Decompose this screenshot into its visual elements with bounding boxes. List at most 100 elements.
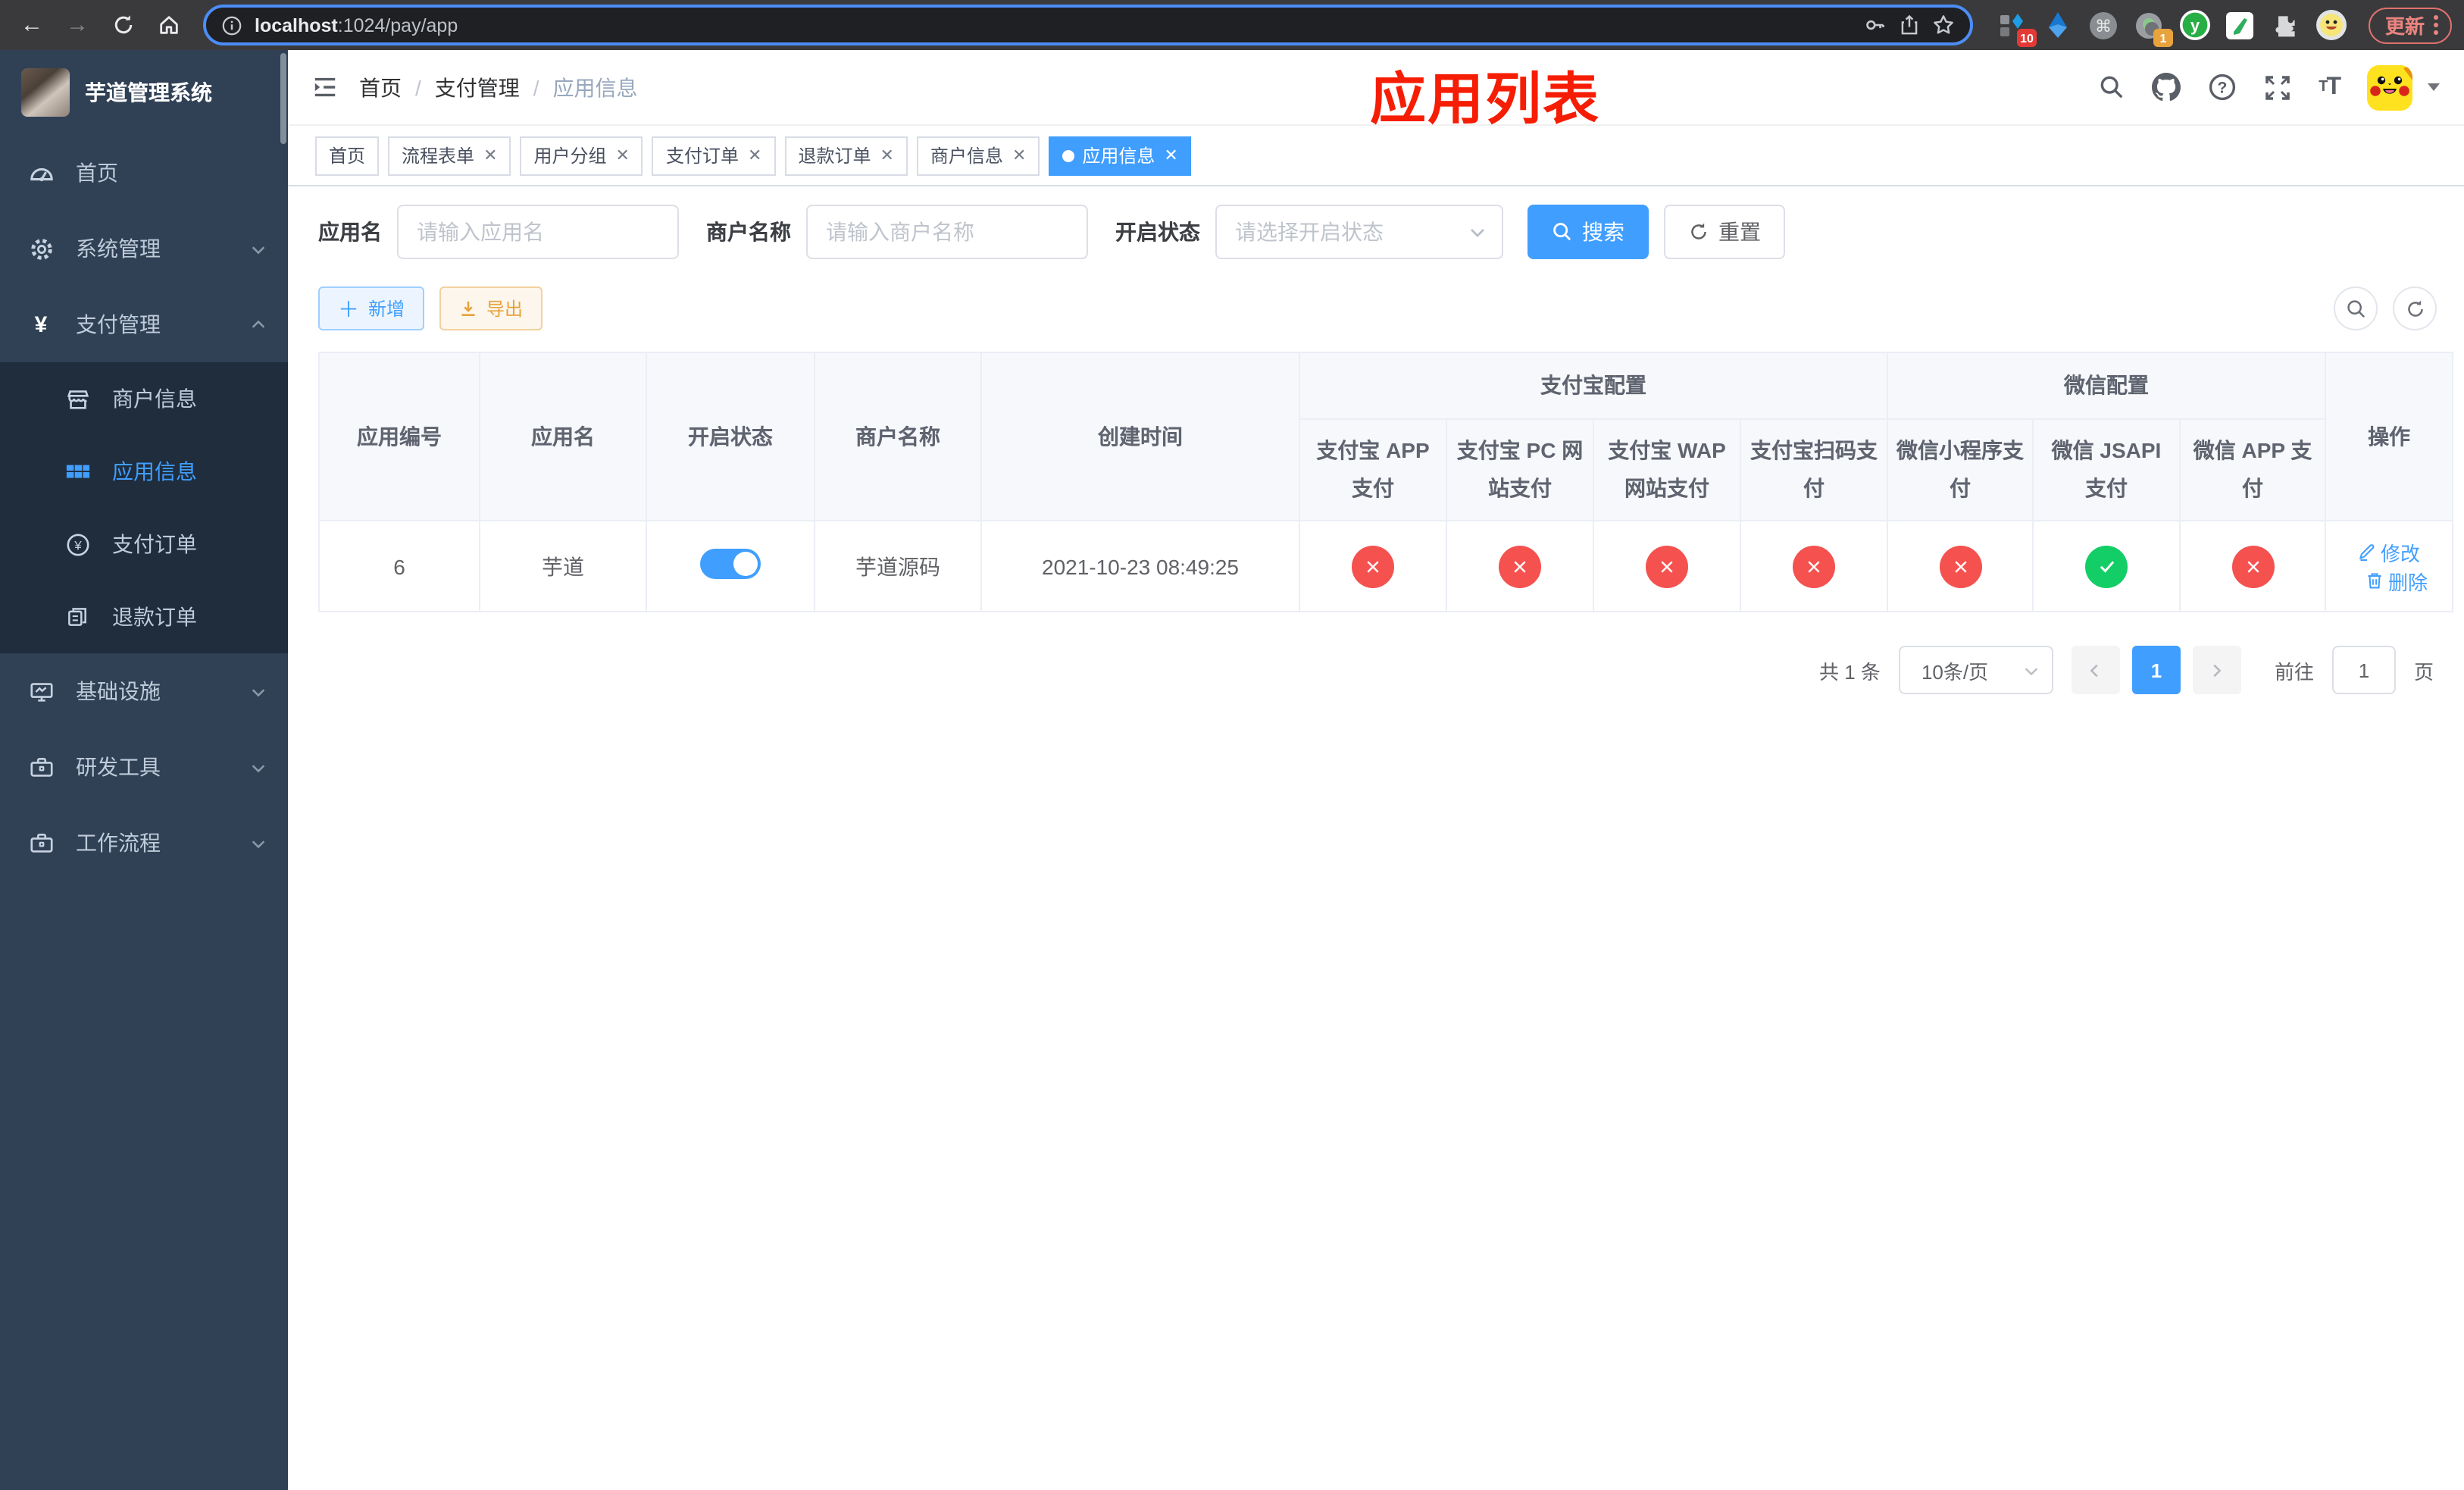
share-icon[interactable] <box>1899 14 1920 36</box>
search-icon[interactable] <box>2099 74 2125 100</box>
help-icon[interactable]: ? <box>2208 73 2237 102</box>
address-bar[interactable]: localhost:1024/pay/app <box>203 5 1973 45</box>
sidebar-item-label: 系统管理 <box>76 236 161 261</box>
prev-page-button[interactable] <box>2071 646 2120 695</box>
url-text[interactable]: localhost:1024/pay/app <box>255 14 1852 36</box>
cell-alipay-app-status <box>1299 520 1447 613</box>
extension-recorder-icon[interactable]: 1 <box>2134 9 2173 47</box>
sidebar-item-refund-orders[interactable]: 退款订单 <box>0 581 288 653</box>
password-key-icon[interactable] <box>1864 14 1887 36</box>
app-name-label: 应用名 <box>318 220 382 244</box>
tag-refund-orders[interactable]: 退款订单 ✕ <box>784 136 908 175</box>
sidebar: 芋道管理系统 首页 系统管理 ¥ 支付管理 商户信息 应用信息 ¥ 支付订单 退… <box>0 50 288 1490</box>
sidebar-item-home[interactable]: 首页 <box>0 135 288 211</box>
tag-merchant-info[interactable]: 商户信息 ✕ <box>916 136 1040 175</box>
font-size-icon[interactable]: TT <box>2319 74 2341 101</box>
extension-kite-icon[interactable] <box>2043 9 2075 41</box>
tag-app-info[interactable]: 应用信息 ✕ <box>1049 136 1192 175</box>
extension-y-icon[interactable]: y <box>2179 9 2211 41</box>
breadcrumb-payment[interactable]: 支付管理 <box>435 72 520 102</box>
merchant-name-input[interactable] <box>806 205 1088 259</box>
delete-label: 删除 <box>2388 571 2428 594</box>
browser-update-button[interactable]: 更新 <box>2368 7 2452 43</box>
github-icon[interactable] <box>2152 73 2181 102</box>
sidebar-item-system[interactable]: 系统管理 <box>0 211 288 286</box>
browser-menu-kebab-icon[interactable] <box>2434 15 2438 35</box>
page-unit-label: 页 <box>2413 660 2434 684</box>
app-name-input[interactable] <box>397 205 679 259</box>
extension-command-icon[interactable]: ⌘ <box>2088 9 2120 41</box>
site-info-icon[interactable] <box>221 14 242 36</box>
browser-reload-icon[interactable] <box>103 5 142 45</box>
browser-forward-icon[interactable]: → <box>58 5 97 45</box>
add-button[interactable]: ＋ 新增 <box>318 286 425 330</box>
sidebar-item-payment[interactable]: ¥ 支付管理 <box>0 286 288 362</box>
fullscreen-icon[interactable] <box>2264 74 2291 101</box>
close-icon[interactable]: ✕ <box>483 146 497 165</box>
extension-emoji-icon[interactable] <box>2315 9 2347 41</box>
update-label: 更新 <box>2384 15 2425 38</box>
sidebar-scrollbar[interactable] <box>280 53 286 144</box>
sidebar-item-infrastructure[interactable]: 基础设施 <box>0 653 288 729</box>
sidebar-item-merchant-info[interactable]: 商户信息 <box>0 362 288 435</box>
sidebar-item-dev-tools[interactable]: 研发工具 <box>0 729 288 805</box>
close-icon[interactable]: ✕ <box>748 146 761 165</box>
goto-page-input[interactable] <box>2331 646 2396 695</box>
show-search-button[interactable] <box>2334 286 2378 330</box>
extension-note-icon[interactable] <box>2225 9 2256 41</box>
cell-actions: 修改 删除 <box>2325 520 2454 613</box>
breadcrumb-home[interactable]: 首页 <box>359 72 402 102</box>
sidebar-toggle-icon[interactable] <box>312 74 338 100</box>
bookmark-star-icon[interactable] <box>1932 14 1955 36</box>
cell-app-id: 6 <box>318 520 480 613</box>
sidebar-item-workflow[interactable]: 工作流程 <box>0 805 288 881</box>
extension-blocks-icon[interactable]: 10 <box>1997 9 2037 47</box>
cell-alipay-wap-status <box>1593 520 1741 613</box>
close-icon[interactable]: ✕ <box>1012 146 1026 165</box>
breadcrumb-separator: / <box>415 75 421 99</box>
tag-process-form[interactable]: 流程表单 ✕ <box>388 136 511 175</box>
cell-merchant: 芋道源码 <box>814 520 982 613</box>
close-icon[interactable]: ✕ <box>616 146 630 165</box>
avatar-caret-icon[interactable] <box>2428 83 2440 91</box>
chevron-right-icon <box>2214 664 2222 677</box>
user-avatar[interactable] <box>2367 64 2412 110</box>
sidebar-logo[interactable]: 芋道管理系统 <box>0 50 288 135</box>
delete-link[interactable]: 删除 <box>2366 567 2428 596</box>
page-number-1[interactable]: 1 <box>2131 646 2181 695</box>
select-placeholder: 请选择开启状态 <box>1235 220 1384 244</box>
sidebar-item-label: 基础设施 <box>76 679 161 703</box>
close-icon[interactable]: ✕ <box>880 146 893 165</box>
total-count: 共 1 条 <box>1819 660 1881 684</box>
search-button[interactable]: 搜索 <box>1527 205 1649 259</box>
extensions-puzzle-icon[interactable] <box>2270 9 2302 41</box>
breadcrumb: 首页 / 支付管理 / 应用信息 <box>359 72 638 102</box>
browser-home-icon[interactable] <box>149 5 188 45</box>
status-select[interactable]: 请选择开启状态 <box>1215 205 1503 259</box>
reset-button[interactable]: 重置 <box>1664 205 1785 259</box>
briefcase-icon <box>27 754 55 780</box>
pencil-icon <box>2359 544 2375 562</box>
status-toggle[interactable] <box>700 549 761 580</box>
tag-pay-orders[interactable]: 支付订单 ✕ <box>652 136 776 175</box>
sidebar-item-pay-orders[interactable]: ¥ 支付订单 <box>0 508 288 581</box>
extensions-area: 10 ⌘ 1 y <box>1988 9 2356 47</box>
export-button[interactable]: 导出 <box>439 286 543 330</box>
sidebar-item-app-info[interactable]: 应用信息 <box>0 435 288 508</box>
apps-table: 应用编号 应用名 开启状态 商户名称 创建时间 支付宝配置 微信配置 操作 支付… <box>318 351 2454 613</box>
svg-text:⌘: ⌘ <box>2096 16 2112 35</box>
browser-back-icon[interactable]: ← <box>12 5 52 45</box>
top-navbar: 首页 / 支付管理 / 应用信息 应用列表 ? T T <box>288 50 2464 130</box>
close-icon[interactable]: ✕ <box>1164 146 1177 165</box>
tag-home[interactable]: 首页 <box>315 136 380 175</box>
tag-label: 商户信息 <box>930 146 1003 167</box>
page-size-select[interactable]: 10条/页 <box>1898 646 2053 695</box>
chevron-down-icon <box>1471 229 1484 237</box>
next-page-button[interactable] <box>2192 646 2241 695</box>
tag-user-group[interactable]: 用户分组 ✕ <box>520 136 643 175</box>
col-app-id: 应用编号 <box>318 351 480 522</box>
breadcrumb-separator: / <box>533 75 539 99</box>
refresh-table-button[interactable] <box>2393 286 2437 330</box>
page-size-value: 10条/页 <box>1921 660 1989 684</box>
edit-link[interactable]: 修改 <box>2358 538 2420 567</box>
